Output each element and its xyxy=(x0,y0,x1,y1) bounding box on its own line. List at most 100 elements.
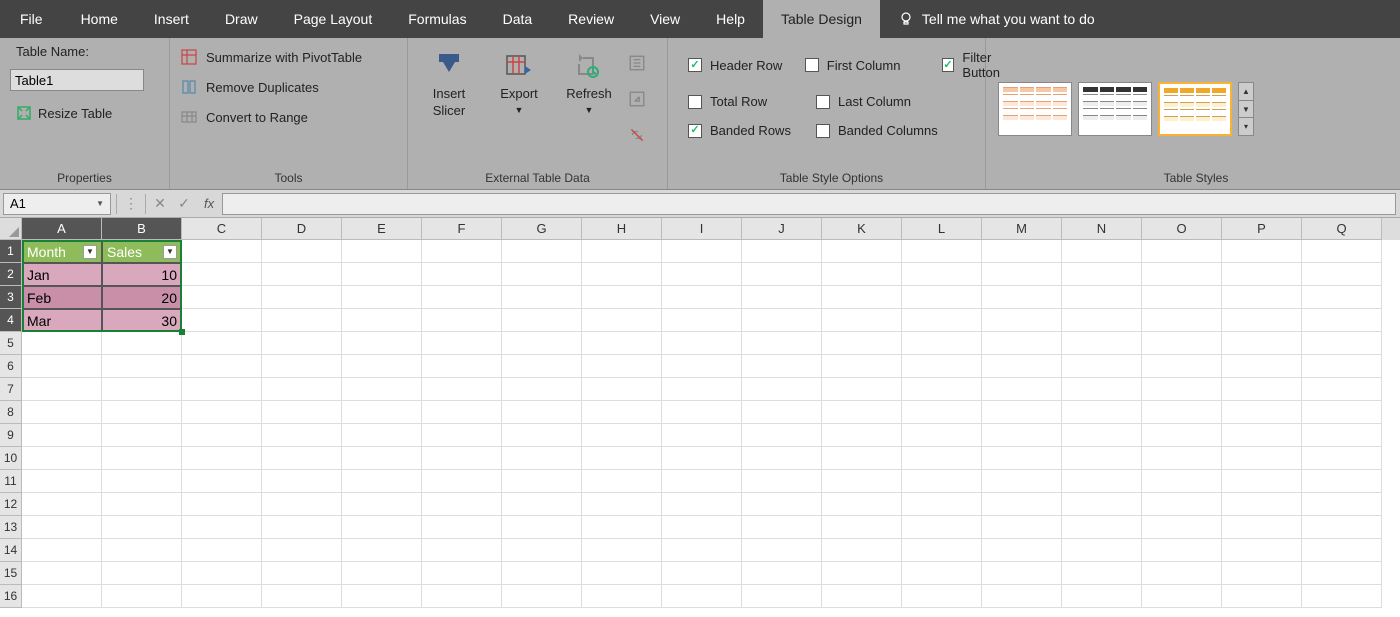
cell-K1[interactable] xyxy=(822,240,902,263)
cell-M10[interactable] xyxy=(982,447,1062,470)
style-thumb-2[interactable] xyxy=(1078,82,1152,136)
cell-E3[interactable] xyxy=(342,286,422,309)
cell-B16[interactable] xyxy=(102,585,182,608)
cell-I10[interactable] xyxy=(662,447,742,470)
cell-B10[interactable] xyxy=(102,447,182,470)
cell-H9[interactable] xyxy=(582,424,662,447)
cell-N14[interactable] xyxy=(1062,539,1142,562)
open-browser-icon[interactable] xyxy=(628,90,646,108)
cell-M9[interactable] xyxy=(982,424,1062,447)
cell-F15[interactable] xyxy=(422,562,502,585)
cell-L11[interactable] xyxy=(902,470,982,493)
cell-O6[interactable] xyxy=(1142,355,1222,378)
cell-M5[interactable] xyxy=(982,332,1062,355)
cell-M1[interactable] xyxy=(982,240,1062,263)
cell-L16[interactable] xyxy=(902,585,982,608)
cell-E6[interactable] xyxy=(342,355,422,378)
cell-C1[interactable] xyxy=(182,240,262,263)
check-banded-rows[interactable]: Banded Rows xyxy=(688,123,816,138)
cell-N9[interactable] xyxy=(1062,424,1142,447)
cell-B8[interactable] xyxy=(102,401,182,424)
cell-A16[interactable] xyxy=(22,585,102,608)
cell-I6[interactable] xyxy=(662,355,742,378)
cell-G6[interactable] xyxy=(502,355,582,378)
cell-J7[interactable] xyxy=(742,378,822,401)
cell-H1[interactable] xyxy=(582,240,662,263)
cell-F1[interactable] xyxy=(422,240,502,263)
cell-E14[interactable] xyxy=(342,539,422,562)
cell-F9[interactable] xyxy=(422,424,502,447)
convert-to-range-button[interactable]: Convert to Range xyxy=(180,108,362,126)
tab-view[interactable]: View xyxy=(632,0,698,38)
cell-E15[interactable] xyxy=(342,562,422,585)
check-first-column[interactable]: First Column xyxy=(805,50,942,80)
cell-G13[interactable] xyxy=(502,516,582,539)
column-header-Q[interactable]: Q xyxy=(1302,218,1382,240)
cell-G4[interactable] xyxy=(502,309,582,332)
cell-J12[interactable] xyxy=(742,493,822,516)
cell-G8[interactable] xyxy=(502,401,582,424)
cell-K5[interactable] xyxy=(822,332,902,355)
cell-L9[interactable] xyxy=(902,424,982,447)
cell-O9[interactable] xyxy=(1142,424,1222,447)
properties-icon[interactable] xyxy=(628,54,646,72)
cell-I16[interactable] xyxy=(662,585,742,608)
column-header-P[interactable]: P xyxy=(1222,218,1302,240)
cell-L8[interactable] xyxy=(902,401,982,424)
cell-C8[interactable] xyxy=(182,401,262,424)
cancel-formula-button[interactable]: ✕ xyxy=(148,192,172,216)
cell-E1[interactable] xyxy=(342,240,422,263)
cell-I8[interactable] xyxy=(662,401,742,424)
cell-L14[interactable] xyxy=(902,539,982,562)
cell-D13[interactable] xyxy=(262,516,342,539)
cell-O13[interactable] xyxy=(1142,516,1222,539)
cell-J6[interactable] xyxy=(742,355,822,378)
cell-A1[interactable]: Month▼ xyxy=(22,240,102,263)
cell-A5[interactable] xyxy=(22,332,102,355)
cell-Q16[interactable] xyxy=(1302,585,1382,608)
cell-H5[interactable] xyxy=(582,332,662,355)
cell-E2[interactable] xyxy=(342,263,422,286)
cell-B6[interactable] xyxy=(102,355,182,378)
cell-E8[interactable] xyxy=(342,401,422,424)
cell-Q9[interactable] xyxy=(1302,424,1382,447)
cell-Q15[interactable] xyxy=(1302,562,1382,585)
cell-N8[interactable] xyxy=(1062,401,1142,424)
cell-P5[interactable] xyxy=(1222,332,1302,355)
cell-H8[interactable] xyxy=(582,401,662,424)
row-header-12[interactable]: 12 xyxy=(0,493,22,516)
cell-O10[interactable] xyxy=(1142,447,1222,470)
cell-P3[interactable] xyxy=(1222,286,1302,309)
cell-G5[interactable] xyxy=(502,332,582,355)
cell-L5[interactable] xyxy=(902,332,982,355)
row-header-15[interactable]: 15 xyxy=(0,562,22,585)
row-header-13[interactable]: 13 xyxy=(0,516,22,539)
filter-dropdown-icon[interactable]: ▼ xyxy=(83,245,97,259)
cell-K8[interactable] xyxy=(822,401,902,424)
column-header-L[interactable]: L xyxy=(902,218,982,240)
cell-N5[interactable] xyxy=(1062,332,1142,355)
cell-J1[interactable] xyxy=(742,240,822,263)
cell-J15[interactable] xyxy=(742,562,822,585)
check-banded-columns[interactable]: Banded Columns xyxy=(816,123,966,138)
cell-Q10[interactable] xyxy=(1302,447,1382,470)
cell-F16[interactable] xyxy=(422,585,502,608)
cell-C4[interactable] xyxy=(182,309,262,332)
cell-N10[interactable] xyxy=(1062,447,1142,470)
cell-L13[interactable] xyxy=(902,516,982,539)
column-header-N[interactable]: N xyxy=(1062,218,1142,240)
cell-E5[interactable] xyxy=(342,332,422,355)
cell-B14[interactable] xyxy=(102,539,182,562)
cell-J11[interactable] xyxy=(742,470,822,493)
cell-Q2[interactable] xyxy=(1302,263,1382,286)
cell-L12[interactable] xyxy=(902,493,982,516)
cell-M16[interactable] xyxy=(982,585,1062,608)
cell-L1[interactable] xyxy=(902,240,982,263)
cell-J14[interactable] xyxy=(742,539,822,562)
cell-H11[interactable] xyxy=(582,470,662,493)
tablename-input[interactable] xyxy=(10,69,144,91)
cell-K2[interactable] xyxy=(822,263,902,286)
cell-K11[interactable] xyxy=(822,470,902,493)
cell-C9[interactable] xyxy=(182,424,262,447)
column-header-F[interactable]: F xyxy=(422,218,502,240)
